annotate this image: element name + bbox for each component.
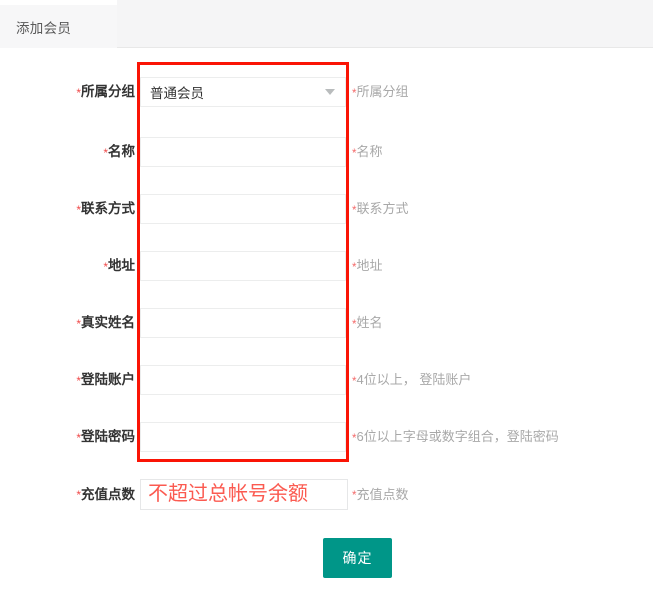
label-name-text: 名称 [108, 144, 135, 159]
input-account[interactable] [141, 366, 345, 394]
required-asterisk: * [76, 488, 81, 502]
label-points: *充值点数 [0, 479, 135, 510]
label-name: *名称 [0, 137, 135, 167]
form-row-name: *名称 *名称 [0, 137, 653, 167]
label-contact: *联系方式 [0, 194, 135, 224]
hint-asterisk: * [352, 319, 357, 331]
chevron-down-icon [325, 89, 335, 95]
hint-group: *所属分组 [352, 77, 409, 107]
label-account: *登陆账户 [0, 365, 135, 395]
input-address-wrap[interactable] [140, 251, 346, 281]
label-points-text: 充值点数 [81, 487, 135, 502]
submit-button[interactable]: 确定 [323, 538, 392, 578]
label-account-text: 登陆账户 [81, 372, 135, 387]
tab-strip: 添加会员 [0, 0, 653, 48]
hint-account: *4位以上， 登陆账户 [352, 365, 471, 395]
required-asterisk: * [76, 86, 81, 100]
label-realname: *真实姓名 [0, 308, 135, 338]
hint-asterisk: * [352, 88, 357, 100]
hint-account-text: 4位以上， 登陆账户 [356, 372, 472, 387]
hint-contact-text: 联系方式 [356, 201, 409, 216]
input-password-wrap[interactable] [140, 422, 346, 452]
required-asterisk: * [76, 203, 81, 217]
label-password: *登陆密码 [0, 422, 135, 452]
hint-points: *充值点数 [352, 479, 409, 510]
hint-realname-text: 姓名 [356, 315, 383, 330]
hint-asterisk: * [352, 433, 357, 445]
hint-realname: *姓名 [352, 308, 383, 338]
form-row-group: *所属分组 普通会员 *所属分组 [0, 77, 653, 107]
hint-name-text: 名称 [356, 144, 383, 159]
label-address-text: 地址 [108, 258, 135, 273]
label-group: *所属分组 [0, 77, 135, 107]
required-asterisk: * [76, 431, 81, 445]
required-asterisk: * [76, 374, 81, 388]
label-password-text: 登陆密码 [81, 429, 135, 444]
form-row-realname: *真实姓名 *姓名 [0, 308, 653, 338]
hint-asterisk: * [352, 205, 357, 217]
hint-asterisk: * [352, 262, 357, 274]
required-asterisk: * [76, 317, 81, 331]
required-asterisk: * [103, 260, 108, 274]
form-row-account: *登陆账户 *4位以上， 登陆账户 [0, 365, 653, 395]
input-contact-wrap[interactable] [140, 194, 346, 224]
input-points-wrap[interactable] [140, 479, 348, 510]
form-row-contact: *联系方式 *联系方式 [0, 194, 653, 224]
hint-name: *名称 [352, 137, 383, 167]
tab-add-member[interactable]: 添加会员 [0, 5, 117, 48]
label-contact-text: 联系方式 [81, 201, 135, 216]
select-group[interactable]: 普通会员 [140, 77, 346, 107]
hint-address-text: 地址 [356, 258, 383, 273]
input-name[interactable] [141, 138, 345, 166]
input-account-wrap[interactable] [140, 365, 346, 395]
label-realname-text: 真实姓名 [81, 315, 135, 330]
form-row-points: *充值点数 *充值点数 [0, 479, 653, 510]
select-group-value: 普通会员 [150, 86, 204, 101]
input-contact[interactable] [141, 195, 345, 223]
input-realname-wrap[interactable] [140, 308, 346, 338]
hint-asterisk: * [352, 148, 357, 160]
label-group-text: 所属分组 [81, 84, 135, 99]
input-realname[interactable] [141, 309, 345, 337]
hint-password: *6位以上字母或数字组合，登陆密码 [352, 422, 559, 452]
hint-group-text: 所属分组 [356, 84, 409, 99]
form-row-password: *登陆密码 *6位以上字母或数字组合，登陆密码 [0, 422, 653, 452]
hint-points-text: 充值点数 [356, 487, 409, 502]
hint-asterisk: * [352, 376, 357, 388]
input-name-wrap[interactable] [140, 137, 346, 167]
required-asterisk: * [103, 146, 108, 160]
member-form: *所属分组 普通会员 *所属分组 *名称 *名称 *联系方式 *联系方式 *地址… [0, 48, 653, 601]
hint-address: *地址 [352, 251, 383, 281]
label-address: *地址 [0, 251, 135, 281]
hint-password-text: 6位以上字母或数字组合，登陆密码 [356, 429, 559, 444]
input-points[interactable] [141, 480, 347, 509]
hint-contact: *联系方式 [352, 194, 409, 224]
input-address[interactable] [141, 252, 345, 280]
hint-asterisk: * [352, 490, 357, 502]
input-password[interactable] [141, 423, 345, 451]
form-row-address: *地址 *地址 [0, 251, 653, 281]
tab-add-member-label: 添加会员 [16, 20, 72, 36]
